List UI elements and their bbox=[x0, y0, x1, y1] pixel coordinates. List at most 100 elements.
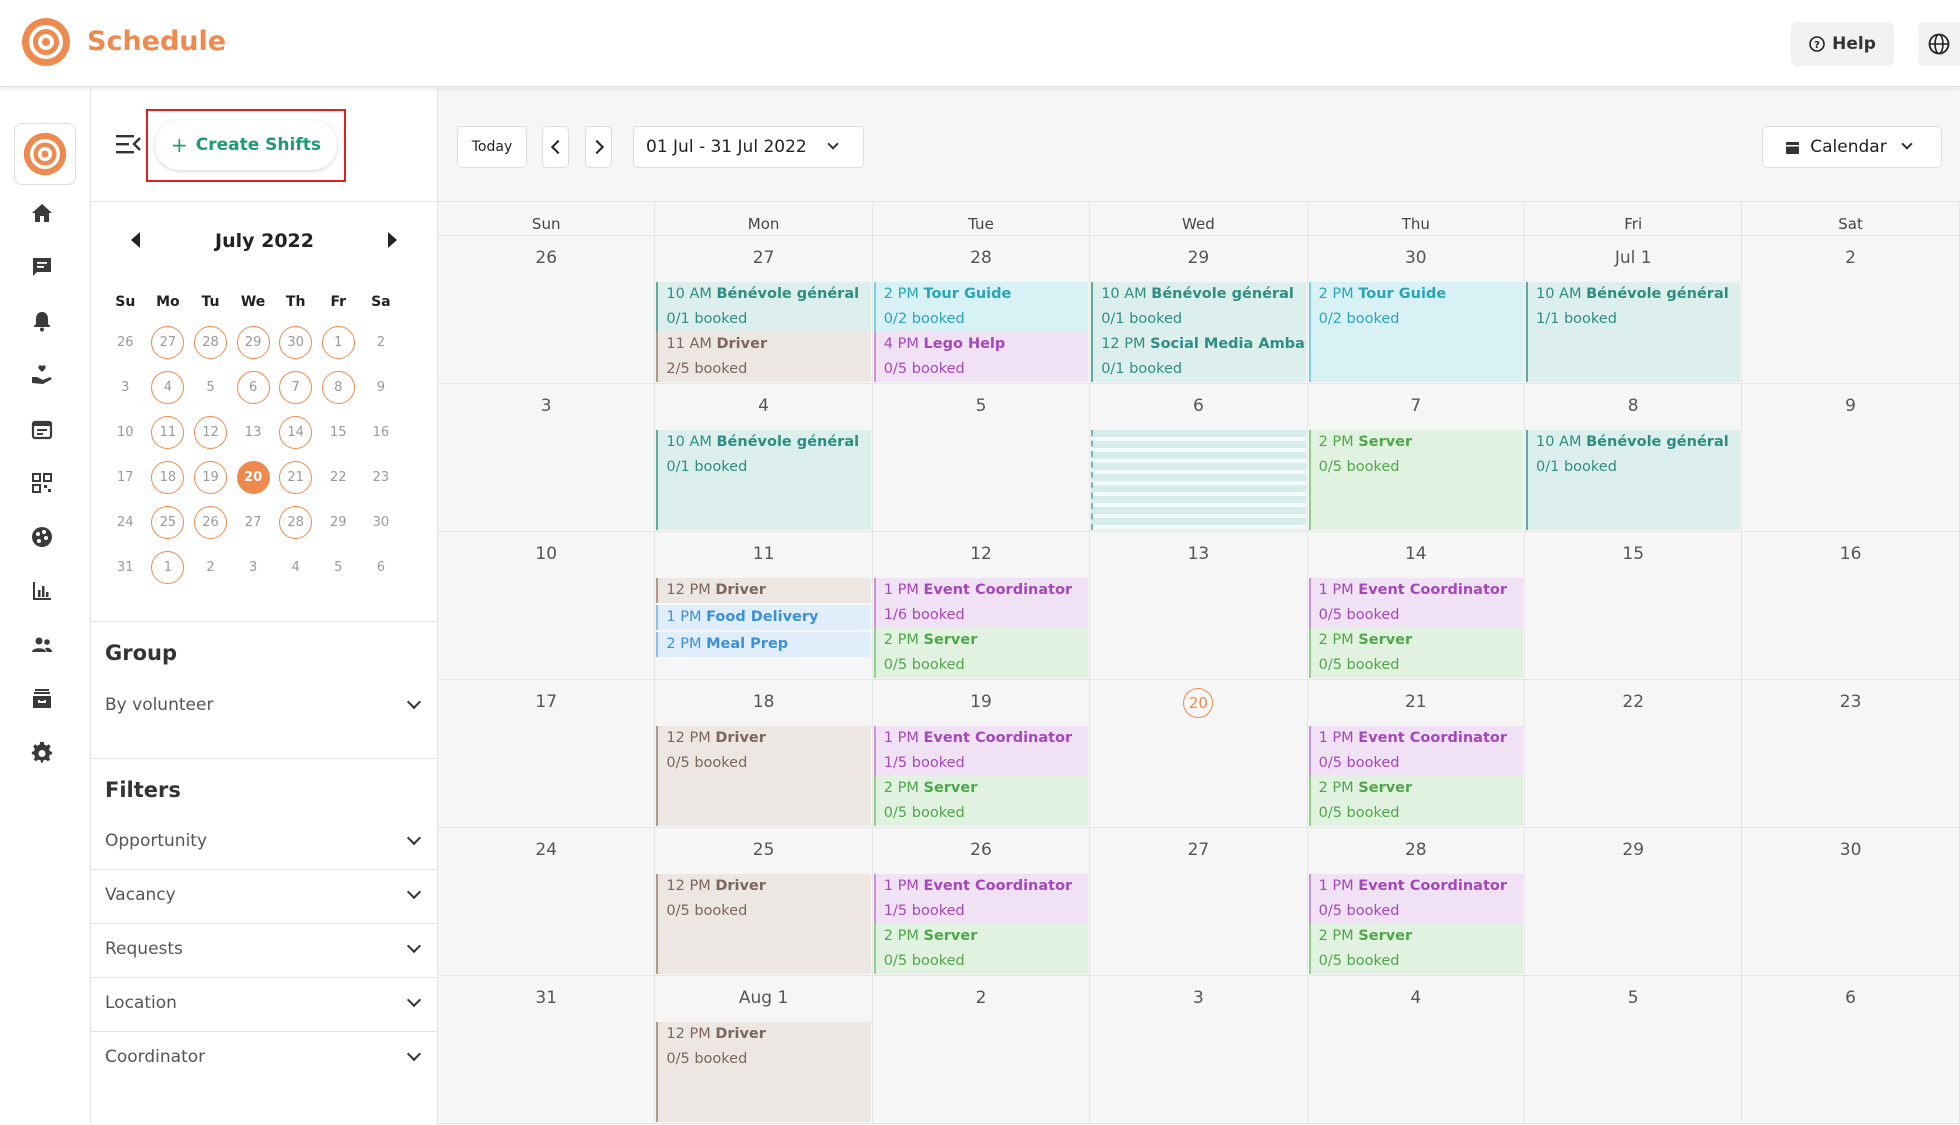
calendar-day-cell[interactable]: 12 1 PM Event Coordinator 1/6 booked 2 PM S… bbox=[872, 532, 1091, 680]
mini-calendar-day[interactable]: 14 bbox=[274, 416, 317, 449]
calendar-day-cell[interactable]: 30 2 PM Tour Guide 0/2 booked bbox=[1307, 236, 1525, 384]
mini-calendar-day[interactable]: 10 bbox=[104, 416, 147, 449]
filter-vacancy[interactable]: Vacancy bbox=[105, 875, 427, 915]
shift-event[interactable]: 2 PM Meal Prep bbox=[656, 632, 871, 657]
mini-calendar-day[interactable]: 1 bbox=[317, 326, 360, 359]
mini-calendar-day[interactable]: 15 bbox=[317, 416, 360, 449]
calendar-day-cell[interactable]: 29 bbox=[1525, 828, 1743, 976]
shift-event[interactable]: 12 PM Social Media Ambas: 0/1 booked bbox=[1091, 332, 1306, 382]
calendar-day-cell[interactable]: 25 12 PM Driver 0/5 booked bbox=[655, 828, 873, 976]
mini-calendar-day[interactable]: 31 bbox=[104, 551, 147, 584]
reports-chart-icon[interactable] bbox=[28, 577, 56, 605]
calendar-day-cell[interactable]: 26 1 PM Event Coordinator 1/5 booked 2 PM S… bbox=[872, 828, 1091, 976]
calendar-day-cell[interactable]: 6 bbox=[1742, 976, 1960, 1124]
rail-logo[interactable] bbox=[14, 123, 76, 185]
shift-event[interactable]: 2 PM Server 0/5 booked bbox=[873, 776, 1089, 826]
app-logo-icon[interactable] bbox=[20, 16, 72, 68]
shift-event[interactable]: 1 PM Event Coordinator 1/5 booked bbox=[873, 726, 1089, 776]
mini-calendar-day[interactable]: 30 bbox=[274, 326, 317, 359]
mini-calendar-day[interactable]: 27 bbox=[147, 326, 190, 359]
calendar-day-cell[interactable]: 17 bbox=[438, 680, 656, 828]
shift-event[interactable]: 2 PM Server 0/5 booked bbox=[873, 924, 1089, 974]
group-select[interactable]: By volunteer bbox=[105, 685, 427, 725]
calendar-day-cell[interactable]: 14 1 PM Event Coordinator 0/5 booked 2 PM S… bbox=[1307, 532, 1525, 680]
shift-event[interactable]: 10 AM Bénévole général 0/1 booked bbox=[656, 282, 871, 332]
shift-event[interactable]: 2 PM Tour Guide 0/2 booked bbox=[873, 282, 1089, 332]
mini-calendar-day[interactable]: 5 bbox=[317, 551, 360, 584]
calendar-day-cell[interactable]: 6 bbox=[1090, 384, 1308, 532]
mini-calendar-day[interactable]: 30 bbox=[360, 506, 403, 539]
calendar-day-cell[interactable]: 13 bbox=[1090, 532, 1308, 680]
calendar-day-cell[interactable]: 15 bbox=[1525, 532, 1743, 680]
volunteer-hand-icon[interactable] bbox=[28, 361, 56, 389]
shift-event[interactable]: 1 PM Event Coordinator 0/5 booked bbox=[1308, 726, 1523, 776]
help-button[interactable]: ? Help bbox=[1791, 22, 1894, 66]
mini-calendar-day[interactable]: 4 bbox=[147, 371, 190, 404]
shift-event[interactable]: 12 PM Driver 0/5 booked bbox=[656, 726, 871, 826]
shift-event[interactable]: 2 PM Server 0/5 booked bbox=[873, 628, 1089, 678]
mini-calendar-day[interactable]: 22 bbox=[317, 461, 360, 494]
calendar-day-cell[interactable]: 16 bbox=[1742, 532, 1960, 680]
calendar-icon[interactable] bbox=[28, 415, 56, 443]
mini-calendar-day[interactable]: 13 bbox=[232, 416, 275, 449]
mini-calendar-day[interactable]: 28 bbox=[274, 506, 317, 539]
calendar-day-cell[interactable]: 7 2 PM Server 0/5 booked bbox=[1307, 384, 1525, 532]
calendar-day-cell[interactable]: 28 1 PM Event Coordinator 0/5 booked 2 PM S… bbox=[1307, 828, 1525, 976]
mini-calendar-day[interactable]: 8 bbox=[317, 371, 360, 404]
calendar-day-cell[interactable]: 28 2 PM Tour Guide 0/2 booked 4 PM Lego Hel… bbox=[872, 236, 1091, 384]
mini-calendar-day[interactable]: 20 bbox=[232, 461, 275, 494]
mini-calendar-day[interactable]: 2 bbox=[189, 551, 232, 584]
mini-calendar-day[interactable]: 29 bbox=[317, 506, 360, 539]
palette-icon[interactable] bbox=[28, 523, 56, 551]
calendar-day-cell[interactable]: Jul 1 10 AM Bénévole général 1/1 booked bbox=[1525, 236, 1743, 384]
mini-calendar-day[interactable]: 24 bbox=[104, 506, 147, 539]
calendar-day-cell[interactable]: 11 12 PM Driver 1 PM Food Delivery 2 PM Mea… bbox=[655, 532, 873, 680]
mini-calendar-day[interactable]: 6 bbox=[232, 371, 275, 404]
mini-calendar-day[interactable]: 1 bbox=[147, 551, 190, 584]
shift-event[interactable]: 12 PM Driver 0/5 booked bbox=[656, 1022, 871, 1122]
calendar-day-cell[interactable]: 19 1 PM Event Coordinator 1/5 booked 2 PM S… bbox=[872, 680, 1091, 828]
language-button[interactable] bbox=[1918, 22, 1960, 66]
mini-calendar-day[interactable]: 17 bbox=[104, 461, 147, 494]
calendar-day-cell[interactable]: 30 bbox=[1742, 828, 1960, 976]
filter-coordinator[interactable]: Coordinator bbox=[105, 1037, 427, 1077]
calendar-day-cell[interactable]: 27 bbox=[1090, 828, 1308, 976]
calendar-day-cell[interactable]: 10 bbox=[438, 532, 656, 680]
settings-gear-icon[interactable] bbox=[28, 739, 56, 767]
calendar-day-cell[interactable]: 21 1 PM Event Coordinator 0/5 booked 2 PM S… bbox=[1307, 680, 1525, 828]
mini-next-month-icon[interactable] bbox=[388, 232, 397, 248]
shift-event[interactable]: 1 PM Food Delivery bbox=[656, 605, 871, 630]
mini-calendar-day[interactable]: 28 bbox=[189, 326, 232, 359]
calendar-day-cell[interactable]: 29 10 AM Bénévole général 0/1 booked 12 PM … bbox=[1090, 236, 1308, 384]
calendar-day-cell[interactable]: 3 bbox=[438, 384, 656, 532]
date-range-select[interactable]: 01 Jul - 31 Jul 2022 bbox=[633, 126, 864, 168]
shift-event[interactable]: 2 PM Server 0/5 booked bbox=[1308, 924, 1523, 974]
mini-calendar-day[interactable]: 4 bbox=[274, 551, 317, 584]
calendar-day-cell[interactable]: 23 bbox=[1742, 680, 1960, 828]
shift-event[interactable]: 10 AM Bénévole général 0/1 booked bbox=[656, 430, 871, 530]
mini-calendar-day[interactable]: 29 bbox=[232, 326, 275, 359]
shift-event[interactable]: 1 PM Event Coordinator 0/5 booked bbox=[1308, 874, 1523, 924]
messages-icon[interactable] bbox=[28, 253, 56, 281]
filter-opportunity[interactable]: Opportunity bbox=[105, 821, 427, 861]
mini-calendar-day[interactable]: 26 bbox=[189, 506, 232, 539]
shift-event[interactable]: 12 PM Driver 0/5 booked bbox=[656, 874, 871, 974]
mini-calendar-day[interactable]: 3 bbox=[104, 371, 147, 404]
shift-event[interactable]: 2 PM Server 0/5 booked bbox=[1308, 776, 1523, 826]
inbox-icon[interactable] bbox=[28, 685, 56, 713]
calendar-day-cell[interactable]: 5 bbox=[872, 384, 1091, 532]
shift-event[interactable]: 2 PM Server 0/5 booked bbox=[1308, 628, 1523, 678]
mini-calendar-day[interactable]: 2 bbox=[360, 326, 403, 359]
calendar-day-cell[interactable]: 2 bbox=[1742, 236, 1960, 384]
calendar-day-cell[interactable]: 4 10 AM Bénévole général 0/1 booked bbox=[655, 384, 873, 532]
calendar-day-cell[interactable]: 2 bbox=[872, 976, 1091, 1124]
calendar-day-cell[interactable]: 31 bbox=[438, 976, 656, 1124]
mini-calendar-day[interactable]: 6 bbox=[360, 551, 403, 584]
calendar-day-cell[interactable]: 3 bbox=[1090, 976, 1308, 1124]
mini-calendar-day[interactable]: 23 bbox=[360, 461, 403, 494]
shift-event[interactable]: 10 AM Bénévole général 0/1 booked bbox=[1091, 282, 1306, 332]
shift-event[interactable]: 11 AM Driver 2/5 booked bbox=[656, 332, 871, 382]
mini-calendar-day[interactable]: 3 bbox=[232, 551, 275, 584]
calendar-day-cell[interactable]: 20 bbox=[1090, 680, 1308, 828]
mini-calendar-day[interactable]: 5 bbox=[189, 371, 232, 404]
